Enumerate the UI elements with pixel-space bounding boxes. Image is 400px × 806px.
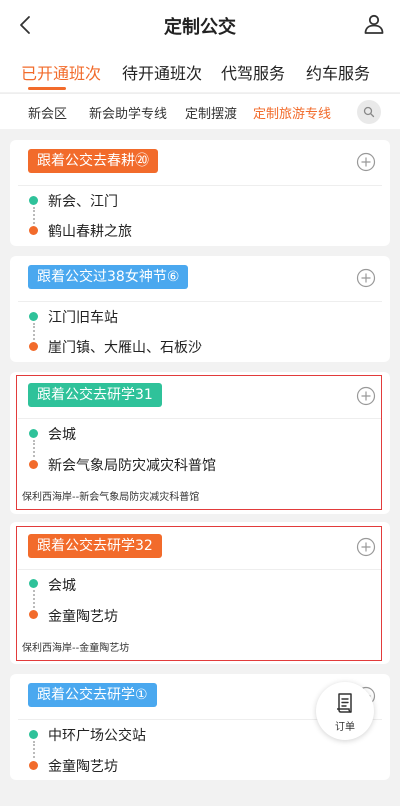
destination-stop: 鹤山春耕之旅: [48, 224, 132, 240]
destination-dot: [29, 226, 38, 235]
add-circle-icon[interactable]: [356, 268, 376, 288]
order-button[interactable]: 订单: [316, 682, 374, 740]
tab-active-indicator: [28, 87, 66, 90]
page-title: 定制公交: [164, 17, 236, 38]
origin-dot: [29, 312, 38, 321]
tab-opened[interactable]: 已开通班次: [21, 60, 101, 84]
subtab-shuttle[interactable]: 定制摆渡: [185, 103, 237, 122]
route-tag: 跟着公交过38女神节⑥: [28, 265, 189, 289]
origin-stop: 中环广场公交站: [48, 728, 146, 744]
card-divider: [18, 301, 382, 302]
destination-dot: [29, 342, 38, 351]
top-bar: 定制公交: [0, 0, 400, 52]
origin-dot: [29, 730, 38, 739]
origin-stop: 江门旧车站: [48, 310, 118, 326]
order-label: 订单: [335, 722, 355, 733]
route-connector: [32, 207, 35, 224]
search-icon: [363, 106, 375, 118]
highlight-frame: [16, 375, 382, 510]
subtab-school-line[interactable]: 新会助学专线: [89, 103, 167, 122]
subtab-tour-line[interactable]: 定制旅游专线: [253, 103, 331, 122]
highlight-frame: [16, 526, 382, 661]
sub-tabs: 新会区 新会助学专线 定制摆渡 定制旅游专线: [0, 93, 400, 129]
tab-driver-service[interactable]: 代驾服务: [221, 60, 285, 84]
origin-stop: 新会、江门: [48, 194, 118, 210]
route-tag: 跟着公交去研学①: [28, 683, 157, 707]
tab-car-booking[interactable]: 约车服务: [306, 60, 370, 84]
route-connector: [32, 741, 35, 758]
route-card[interactable]: 跟着公交去春耕⑳ 新会、江门 鹤山春耕之旅: [10, 140, 390, 246]
search-button[interactable]: [357, 100, 381, 124]
origin-dot: [29, 196, 38, 205]
order-scroll-icon: [337, 693, 352, 713]
destination-stop: 崖门镇、大雁山、石板沙: [48, 340, 202, 356]
destination-dot: [29, 761, 38, 770]
tab-pending[interactable]: 待开通班次: [122, 60, 202, 84]
add-circle-icon[interactable]: [356, 152, 376, 172]
subtab-xinhui[interactable]: 新会区: [28, 103, 67, 122]
destination-stop: 金童陶艺坊: [48, 759, 118, 775]
main-tabs: 已开通班次 待开通班次 代驾服务 约车服务: [0, 52, 400, 92]
route-tag: 跟着公交去春耕⑳: [28, 149, 158, 173]
card-divider: [18, 185, 382, 186]
user-icon[interactable]: [362, 12, 386, 36]
route-connector: [32, 323, 35, 340]
route-card[interactable]: 跟着公交过38女神节⑥ 江门旧车站 崖门镇、大雁山、石板沙: [10, 256, 390, 362]
